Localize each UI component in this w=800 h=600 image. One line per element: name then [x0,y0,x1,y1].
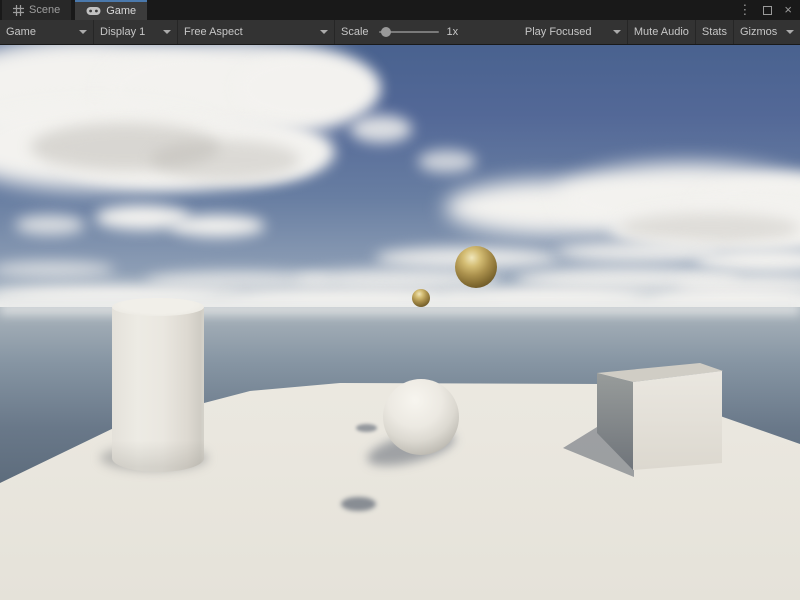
gamepad-icon [86,6,101,16]
mute-audio-label: Mute Audio [634,26,689,38]
window-controls: ⋮ × [738,0,800,20]
scale-slider-thumb[interactable] [381,27,391,37]
close-icon[interactable]: × [784,0,792,20]
scale-control: Scale 1x [334,20,464,44]
maximize-icon[interactable] [763,6,772,15]
tab-bar: Scene Game ⋮ × [0,0,800,20]
mute-audio-button[interactable]: Mute Audio [627,20,695,44]
tab-game-label: Game [106,5,136,17]
chevron-down-icon [320,30,328,34]
gold-sphere-large [455,246,497,288]
view-mode-label: Game [6,26,36,38]
stats-button[interactable]: Stats [695,20,733,44]
game-view-toolbar: Game Display 1 Free Aspect Scale 1x Play… [0,20,800,45]
tab-scene-label: Scene [29,4,60,16]
toolbar-spacer [464,20,519,44]
cube-left-face [597,373,633,470]
gizmos-label: Gizmos [740,26,777,38]
play-focused-dropdown[interactable]: Play Focused [519,20,627,44]
chevron-down-icon [163,30,171,34]
cube [0,45,800,600]
game-viewport[interactable] [0,45,800,600]
aspect-ratio-label: Free Aspect [184,26,243,38]
scale-label: Scale [341,26,369,38]
grid-icon [13,5,24,16]
stats-label: Stats [702,26,727,38]
menu-icon[interactable]: ⋮ [738,0,751,20]
display-dropdown[interactable]: Display 1 [93,20,177,44]
chevron-down-icon [613,30,621,34]
scale-slider[interactable] [379,31,439,33]
chevron-down-icon [786,30,794,34]
tab-scene[interactable]: Scene [2,0,71,20]
aspect-ratio-dropdown[interactable]: Free Aspect [177,20,334,44]
play-focused-label: Play Focused [525,26,592,38]
display-label: Display 1 [100,26,145,38]
gold-sphere-small [412,289,430,307]
scale-value: 1x [447,26,459,38]
gizmos-dropdown[interactable]: Gizmos [733,20,800,44]
chevron-down-icon [79,30,87,34]
tab-game[interactable]: Game [75,0,147,20]
view-mode-dropdown[interactable]: Game [0,20,93,44]
cube-front-face [633,371,722,470]
